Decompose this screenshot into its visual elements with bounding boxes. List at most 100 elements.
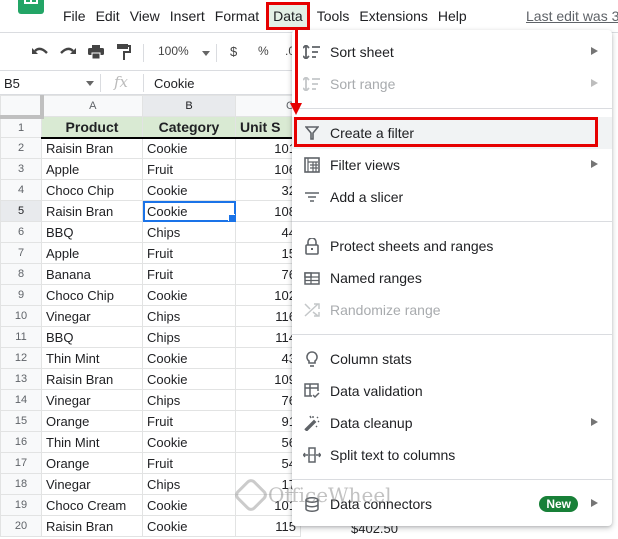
cell-category[interactable]: Cookie — [142, 368, 236, 390]
menu-extensions[interactable]: Extensions — [354, 4, 432, 28]
cell-product[interactable]: Raisin Bran — [41, 137, 143, 159]
cell-category[interactable]: Cookie — [142, 284, 236, 306]
zoom-value[interactable]: 100% — [158, 44, 189, 58]
cell-product[interactable]: BBQ — [41, 326, 143, 348]
header-cell-product[interactable]: Product — [41, 116, 143, 139]
cell-product[interactable]: Thin Mint — [41, 347, 143, 369]
cell-category[interactable]: Fruit — [142, 263, 236, 285]
menu-item-add-a-slicer[interactable]: Add a slicer — [292, 181, 612, 213]
undo-icon[interactable] — [30, 42, 50, 62]
last-edit-link[interactable]: Last edit was 3 — [526, 8, 618, 24]
cell-category[interactable]: Cookie — [142, 515, 236, 537]
header-cell-category[interactable]: Category — [142, 116, 236, 139]
row-header[interactable]: 17 — [0, 452, 42, 474]
percent-format-button[interactable]: % — [258, 44, 269, 58]
name-box-dropdown-icon[interactable] — [86, 81, 94, 86]
cell-product[interactable]: Orange — [41, 410, 143, 432]
header-cell-units[interactable]: Unit S — [235, 116, 301, 139]
cell-category[interactable]: Fruit — [142, 410, 236, 432]
menu-item-data-validation[interactable]: Data validation — [292, 375, 612, 407]
cell-product[interactable]: Thin Mint — [41, 431, 143, 453]
cell-units[interactable]: 108 — [235, 200, 301, 222]
redo-icon[interactable] — [58, 42, 78, 62]
menu-help[interactable]: Help — [433, 4, 472, 28]
name-box[interactable]: B5 — [4, 76, 20, 91]
row-header[interactable]: 16 — [0, 431, 42, 453]
menu-item-protect-sheets-and-ranges[interactable]: Protect sheets and ranges — [292, 230, 612, 262]
cell-product[interactable]: BBQ — [41, 221, 143, 243]
menu-tools[interactable]: Tools — [312, 4, 355, 28]
row-header[interactable]: 12 — [0, 347, 42, 369]
row-header[interactable]: 3 — [0, 158, 42, 180]
cell-units[interactable]: 54 — [235, 452, 301, 474]
menu-view[interactable]: View — [125, 4, 165, 28]
cell-category[interactable]: Chips — [142, 221, 236, 243]
cell-category[interactable]: Cookie — [142, 137, 236, 159]
cell-units[interactable]: 56 — [235, 431, 301, 453]
cell-units[interactable]: 32 — [235, 179, 301, 201]
cell-product[interactable]: Choco Cream — [41, 494, 143, 516]
cell-units[interactable]: 101 — [235, 494, 301, 516]
cell-category[interactable]: Cookie — [142, 200, 236, 222]
menu-format[interactable]: Format — [210, 4, 264, 28]
cell-category[interactable]: Cookie — [142, 494, 236, 516]
cell-units[interactable]: 109 — [235, 368, 301, 390]
cell-units[interactable]: 116 — [235, 305, 301, 327]
cell-units[interactable]: 91 — [235, 410, 301, 432]
cell-category[interactable]: Cookie — [142, 347, 236, 369]
cell-category[interactable]: Chips — [142, 326, 236, 348]
row-header[interactable]: 13 — [0, 368, 42, 390]
menu-item-filter-views[interactable]: Filter views — [292, 149, 612, 181]
cell-product[interactable]: Raisin Bran — [41, 200, 143, 222]
cell-units[interactable]: 114 — [235, 326, 301, 348]
row-header[interactable]: 5 — [0, 200, 42, 222]
row-header[interactable]: 15 — [0, 410, 42, 432]
formula-input[interactable]: Cookie — [154, 76, 194, 91]
menu-item-data-cleanup[interactable]: Data cleanup — [292, 407, 612, 439]
menu-item-sort-sheet[interactable]: Sort sheet — [292, 36, 612, 68]
row-header[interactable]: 14 — [0, 389, 42, 411]
row-header[interactable]: 11 — [0, 326, 42, 348]
row-header[interactable]: 2 — [0, 137, 42, 159]
row-header[interactable]: 7 — [0, 242, 42, 264]
cell-units[interactable]: 106 — [235, 158, 301, 180]
cell-product[interactable]: Vinegar — [41, 305, 143, 327]
cell-category[interactable]: Fruit — [142, 158, 236, 180]
print-icon[interactable] — [86, 42, 106, 62]
cell-units[interactable]: 43 — [235, 347, 301, 369]
cell-units[interactable]: 44 — [235, 221, 301, 243]
row-header[interactable]: 6 — [0, 221, 42, 243]
row-header[interactable]: 18 — [0, 473, 42, 495]
cell-product[interactable]: Apple — [41, 158, 143, 180]
cell-units[interactable]: 15 — [235, 242, 301, 264]
cell-product[interactable]: Vinegar — [41, 473, 143, 495]
cell-product[interactable]: Apple — [41, 242, 143, 264]
cell-product[interactable]: Raisin Bran — [41, 368, 143, 390]
row-header[interactable]: 4 — [0, 179, 42, 201]
row-header[interactable]: 9 — [0, 284, 42, 306]
row-header[interactable]: 20 — [0, 515, 42, 537]
cell-category[interactable]: Fruit — [142, 452, 236, 474]
cell-category[interactable]: Chips — [142, 389, 236, 411]
menu-item-column-stats[interactable]: Column stats — [292, 343, 612, 375]
row-header[interactable]: 19 — [0, 494, 42, 516]
menu-item-split-text-to-columns[interactable]: Split text to columns — [292, 439, 612, 471]
cell-category[interactable]: Cookie — [142, 431, 236, 453]
cell-units[interactable]: 76 — [235, 263, 301, 285]
cell-product[interactable]: Banana — [41, 263, 143, 285]
cell-units[interactable]: 102 — [235, 284, 301, 306]
currency-format-button[interactable]: $ — [230, 44, 237, 59]
cell-category[interactable]: Cookie — [142, 179, 236, 201]
zoom-dropdown-icon[interactable] — [196, 43, 216, 63]
cell-category[interactable]: Chips — [142, 305, 236, 327]
menu-insert[interactable]: Insert — [165, 4, 210, 28]
cell-product[interactable]: Vinegar — [41, 389, 143, 411]
menu-edit[interactable]: Edit — [91, 4, 125, 28]
cell-units[interactable]: 76 — [235, 389, 301, 411]
cell-category[interactable]: Fruit — [142, 242, 236, 264]
row-header[interactable]: 8 — [0, 263, 42, 285]
menu-item-data-connectors[interactable]: Data connectors New — [292, 488, 612, 520]
cell-units[interactable]: 17 — [235, 473, 301, 495]
cell-product[interactable]: Choco Chip — [41, 179, 143, 201]
menu-item-named-ranges[interactable]: Named ranges — [292, 262, 612, 294]
